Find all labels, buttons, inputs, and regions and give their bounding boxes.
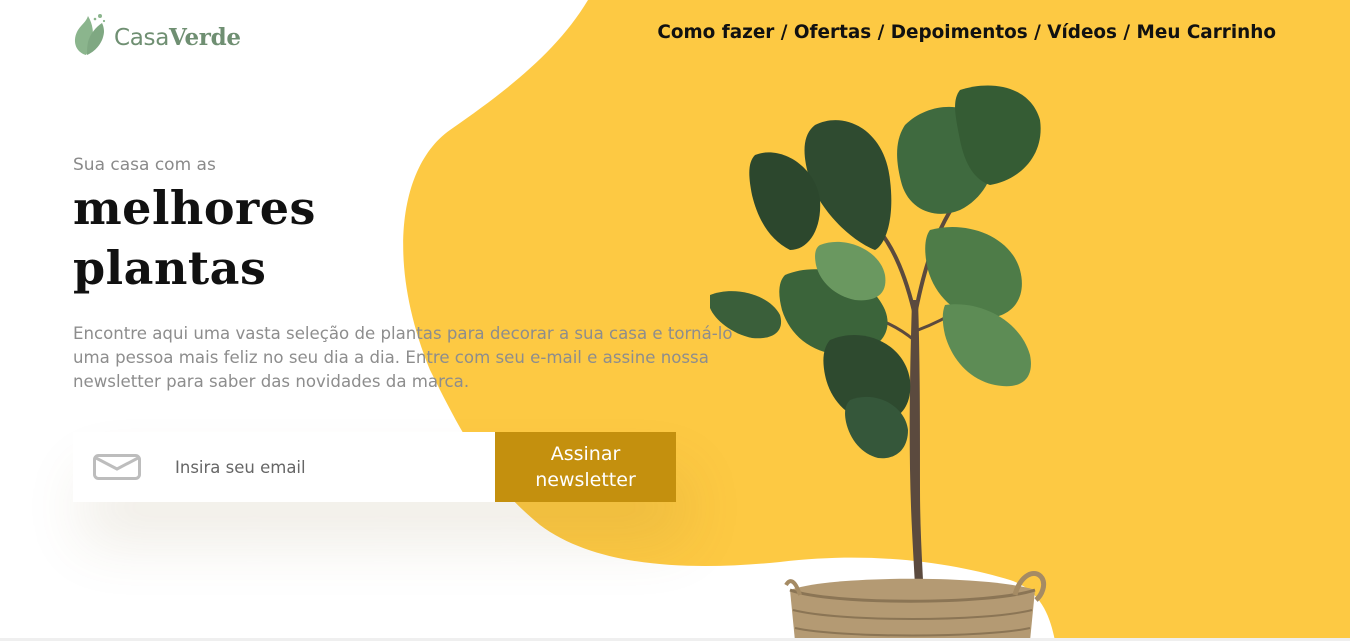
mail-icon [93, 454, 141, 480]
brand-name-bold: Verde [169, 23, 241, 51]
email-input[interactable] [175, 457, 475, 477]
nav-separator: / [1027, 22, 1048, 43]
brand-name-light: Casa [114, 24, 170, 51]
hero-headline: melhores plantas [73, 178, 316, 298]
nav-item-como-fazer[interactable]: Como fazer [657, 22, 774, 43]
landing-page: CasaVerde Como fazer / Ofertas / Depoime… [0, 0, 1350, 641]
yellow-blob-background [403, 0, 1350, 641]
wicker-basket [784, 571, 1047, 641]
nav-item-depoimentos[interactable]: Depoimentos [891, 22, 1028, 43]
brand-name: CasaVerde [114, 24, 241, 51]
main-nav: Como fazer / Ofertas / Depoimentos / Víd… [657, 22, 1276, 43]
nav-separator: / [774, 22, 794, 43]
newsletter-form: Assinar newsletter [73, 432, 676, 502]
plant-leaves [710, 85, 1041, 459]
hero-subtitle: Sua casa com as [73, 155, 216, 175]
nav-item-videos[interactable]: Vídeos [1047, 22, 1117, 43]
brand-logo[interactable]: CasaVerde [72, 12, 241, 56]
email-input-wrapper [73, 432, 495, 502]
hero-headline-line2: plantas [73, 241, 267, 295]
nav-separator: / [1117, 22, 1137, 43]
nav-item-ofertas[interactable]: Ofertas [794, 22, 871, 43]
hero-description: Encontre aqui uma vasta seleção de plant… [73, 324, 733, 391]
nav-separator: / [871, 22, 891, 43]
leaf-logo-icon [74, 14, 106, 55]
subscribe-newsletter-button[interactable]: Assinar newsletter [495, 432, 676, 502]
nav-item-meu-carrinho[interactable]: Meu Carrinho [1137, 22, 1276, 43]
hero-headline-line1: melhores [73, 181, 316, 235]
